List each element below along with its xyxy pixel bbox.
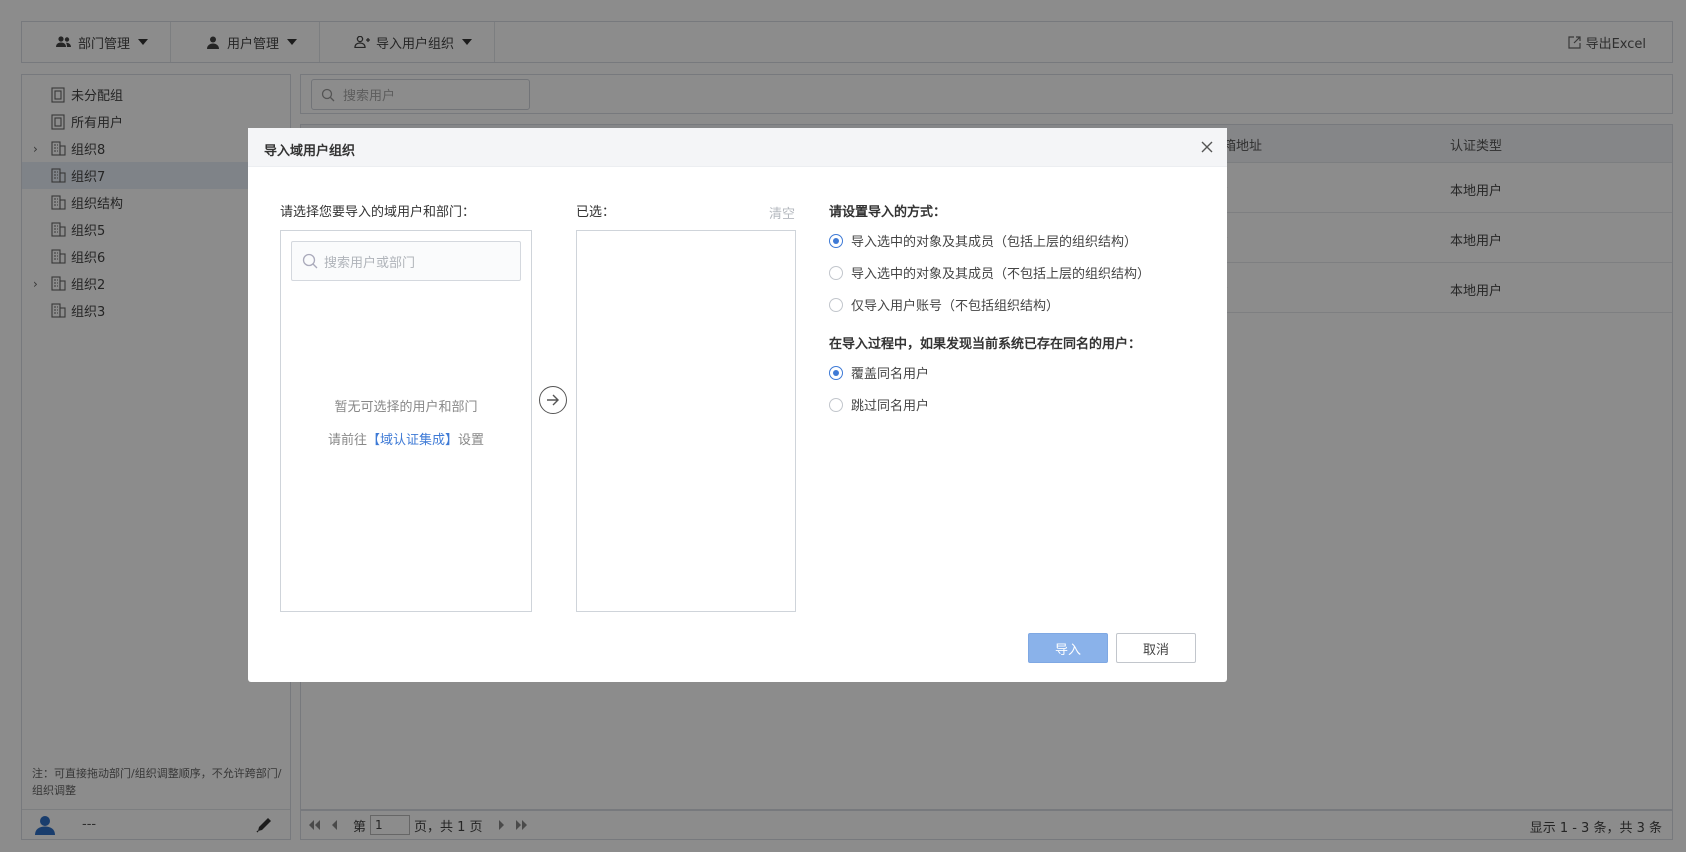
goto-prefix: 请前往 [327, 433, 367, 448]
radio-checked [829, 365, 843, 380]
close-icon[interactable] [1199, 139, 1215, 155]
dialog-title: 导入域用户组织 [264, 144, 356, 159]
goto-suffix: 设置 [458, 433, 485, 448]
arrow-right-icon [547, 394, 559, 406]
search-icon [302, 253, 318, 269]
radio-unchecked [829, 265, 843, 280]
cancel-button[interactable]: 取消 [1116, 633, 1196, 663]
mode-option-label: 仅导入用户账号（不包括组织结构） [851, 299, 1060, 314]
import-button[interactable]: 导入 [1028, 633, 1108, 663]
radio-checked [829, 233, 843, 248]
goto-hint: 请前往【域认证集成】设置 [281, 429, 531, 448]
selected-label: 已选： [576, 205, 616, 220]
mode-option-label: 导入选中的对象及其成员（不包括上层的组织结构） [851, 267, 1151, 282]
dialog-header: 导入域用户组织 [248, 128, 1227, 167]
domain-search-placeholder: 搜索用户或部门 [324, 255, 416, 271]
radio-unchecked [829, 297, 843, 312]
move-right-button[interactable] [539, 386, 567, 414]
radio-unchecked [829, 397, 843, 412]
dup-option-skip[interactable]: 跳过同名用户 [829, 395, 929, 414]
mode-title: 请设置导入的方式： [829, 205, 947, 220]
domain-search-input[interactable]: 搜索用户或部门 [291, 241, 521, 281]
clear-link[interactable]: 清空 [769, 203, 795, 222]
selected-list [576, 230, 796, 612]
domain-auth-link[interactable]: 【域认证集成】 [367, 433, 458, 448]
import-domain-dialog: 导入域用户组织 请选择您要导入的域用户和部门： 搜索用户或部门 暂无可选择的用户… [248, 128, 1227, 682]
dup-option-label: 跳过同名用户 [851, 399, 930, 414]
choose-label: 请选择您要导入的域用户和部门： [280, 205, 476, 220]
mode-option-include-parents[interactable]: 导入选中的对象及其成员（包括上层的组织结构） [829, 231, 1137, 250]
empty-message: 暂无可选择的用户和部门 [334, 400, 478, 415]
mode-option-exclude-parents[interactable]: 导入选中的对象及其成员（不包括上层的组织结构） [829, 263, 1150, 282]
dup-option-overwrite[interactable]: 覆盖同名用户 [829, 363, 929, 382]
mode-option-accounts-only[interactable]: 仅导入用户账号（不包括组织结构） [829, 295, 1059, 314]
dup-option-label: 覆盖同名用户 [851, 367, 930, 382]
available-list: 搜索用户或部门 暂无可选择的用户和部门 请前往【域认证集成】设置 [280, 230, 532, 612]
mode-option-label: 导入选中的对象及其成员（包括上层的组织结构） [851, 235, 1138, 250]
duplicate-title: 在导入过程中，如果发现当前系统已存在同名的用户： [829, 337, 1142, 352]
